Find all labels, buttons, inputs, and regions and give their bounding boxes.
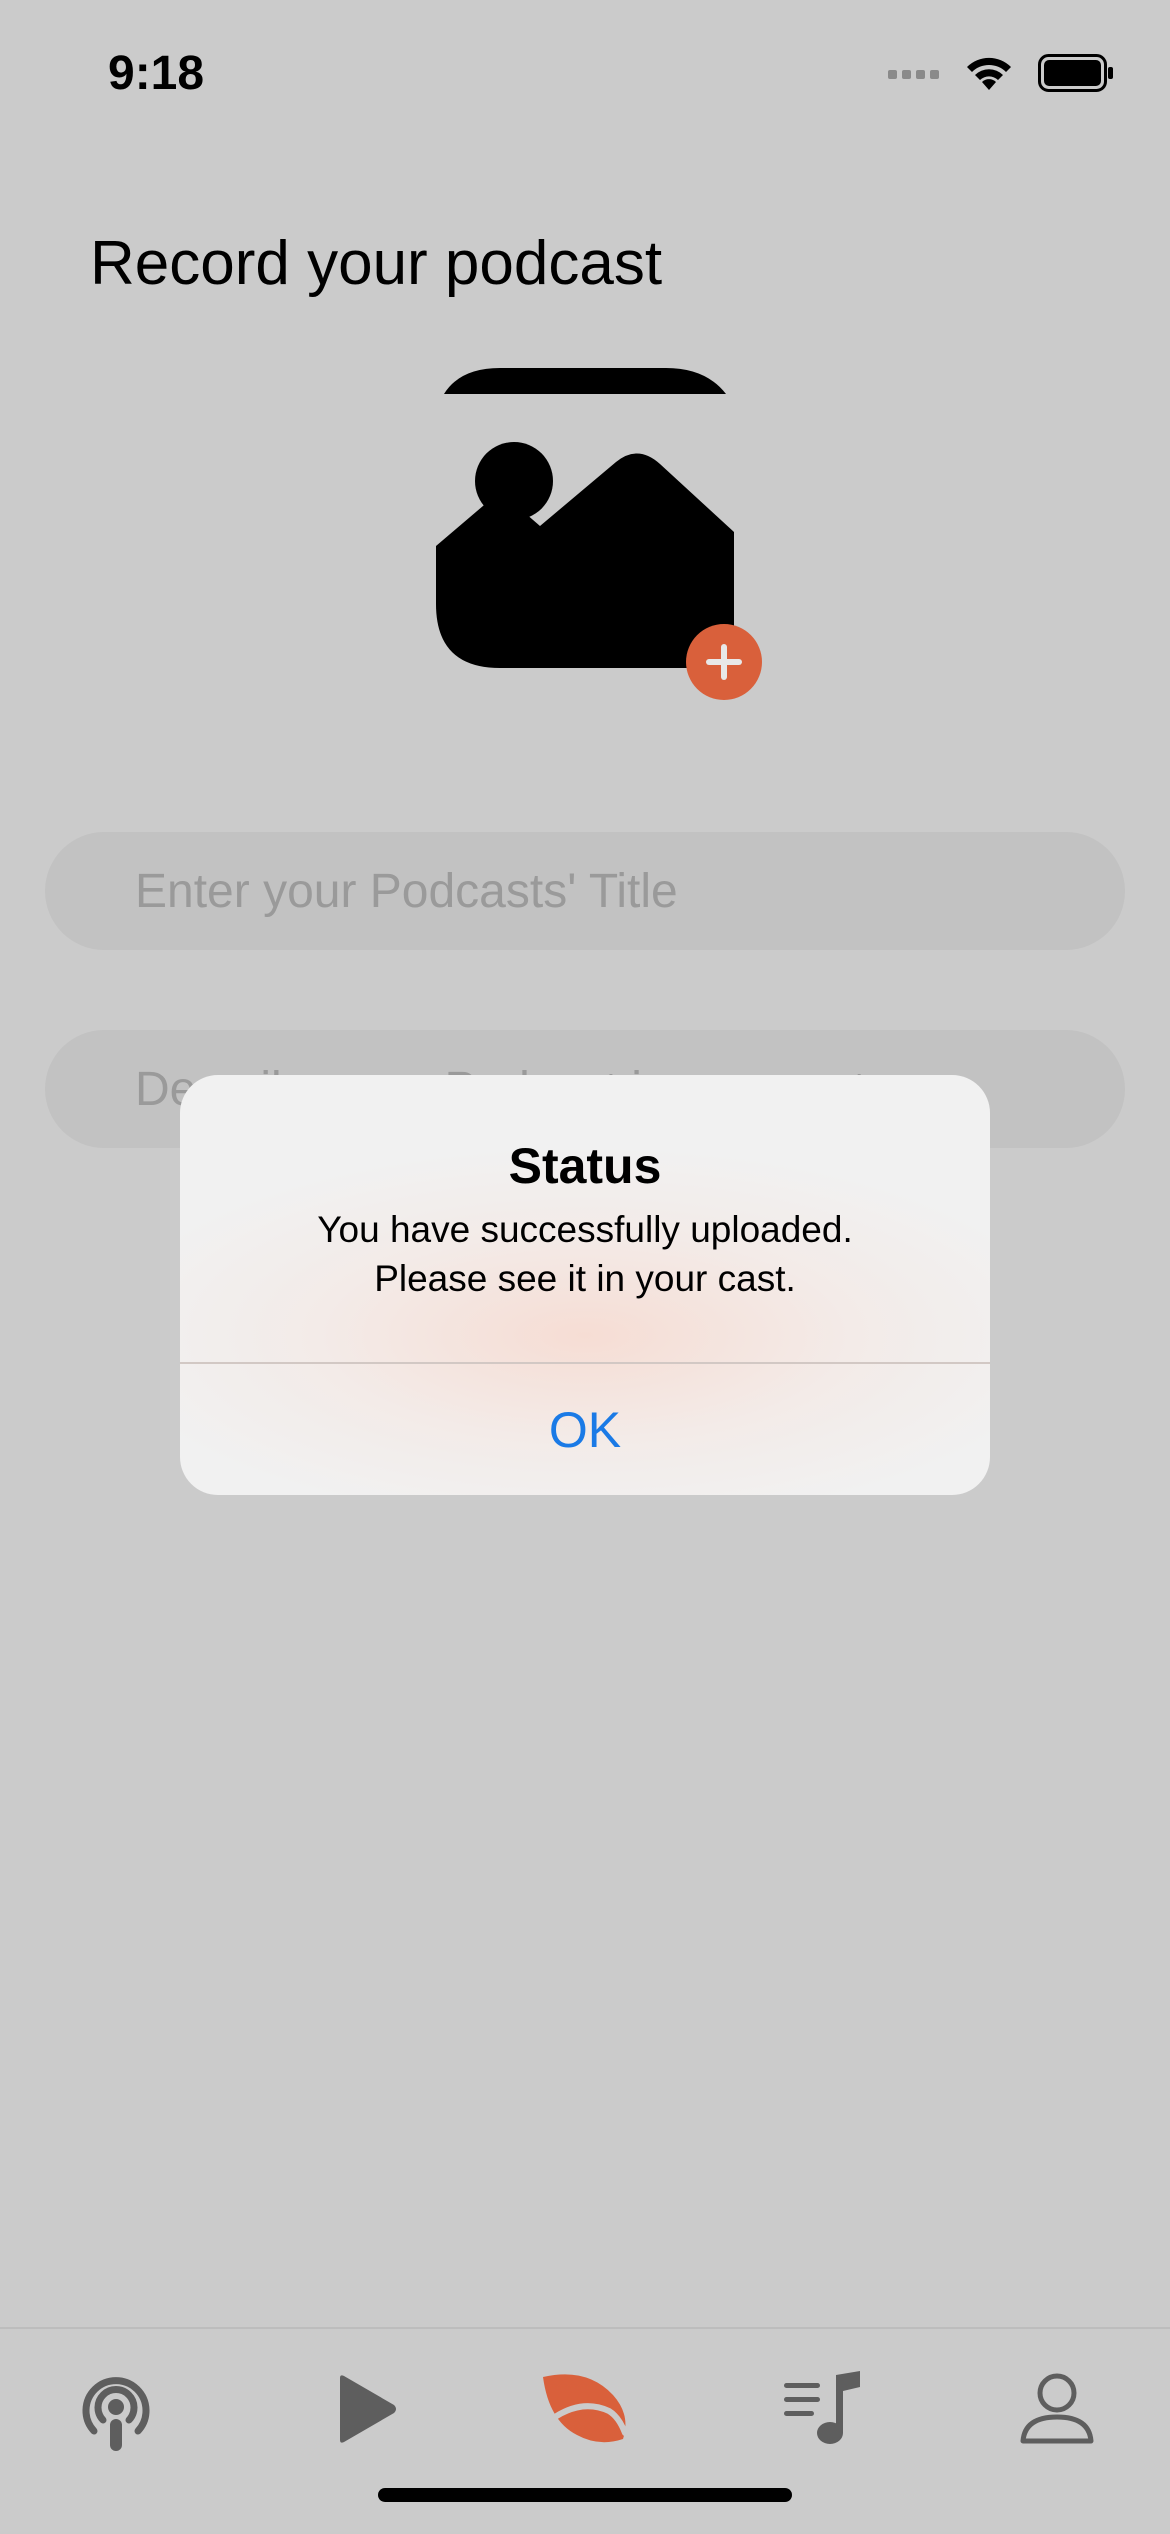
- podcast-title-placeholder: Enter your Podcasts' Title: [135, 864, 678, 918]
- tab-record[interactable]: [525, 2349, 645, 2469]
- podcast-title-input[interactable]: Enter your Podcasts' Title: [45, 832, 1125, 950]
- page-title: Record your podcast: [90, 229, 663, 298]
- dialog-message-line1: You have successfully uploaded.: [317, 1209, 853, 1250]
- status-bar: 9:18: [0, 0, 1170, 150]
- tab-bar: [0, 2327, 1170, 2534]
- plus-icon: [706, 644, 742, 680]
- cellular-signal-icon: [888, 70, 939, 79]
- tab-profile[interactable]: [997, 2349, 1117, 2469]
- dialog-message: You have successfully uploaded. Please s…: [240, 1205, 930, 1303]
- dialog-message-line2: Please see it in your cast.: [374, 1258, 796, 1299]
- status-icons: [888, 54, 1114, 92]
- status-alert-dialog: Status You have successfully uploaded. P…: [180, 1075, 990, 1495]
- status-time: 9:18: [108, 47, 205, 100]
- add-badge[interactable]: [686, 624, 762, 700]
- home-indicator: [378, 2488, 792, 2502]
- leaf-icon: [543, 2374, 628, 2443]
- person-icon: [1020, 2373, 1094, 2444]
- dialog-title: Status: [508, 1138, 662, 1194]
- battery-icon: [1038, 54, 1113, 92]
- wifi-icon: [967, 57, 1011, 90]
- play-icon: [340, 2375, 396, 2443]
- playlist-icon: [784, 2371, 860, 2444]
- image-picker[interactable]: [430, 368, 770, 708]
- tab-podcasts[interactable]: [56, 2349, 176, 2469]
- ok-button[interactable]: OK: [180, 1364, 990, 1495]
- podcast-icon: [82, 2377, 150, 2451]
- tab-playlist[interactable]: [765, 2349, 885, 2469]
- tab-play[interactable]: [305, 2349, 425, 2469]
